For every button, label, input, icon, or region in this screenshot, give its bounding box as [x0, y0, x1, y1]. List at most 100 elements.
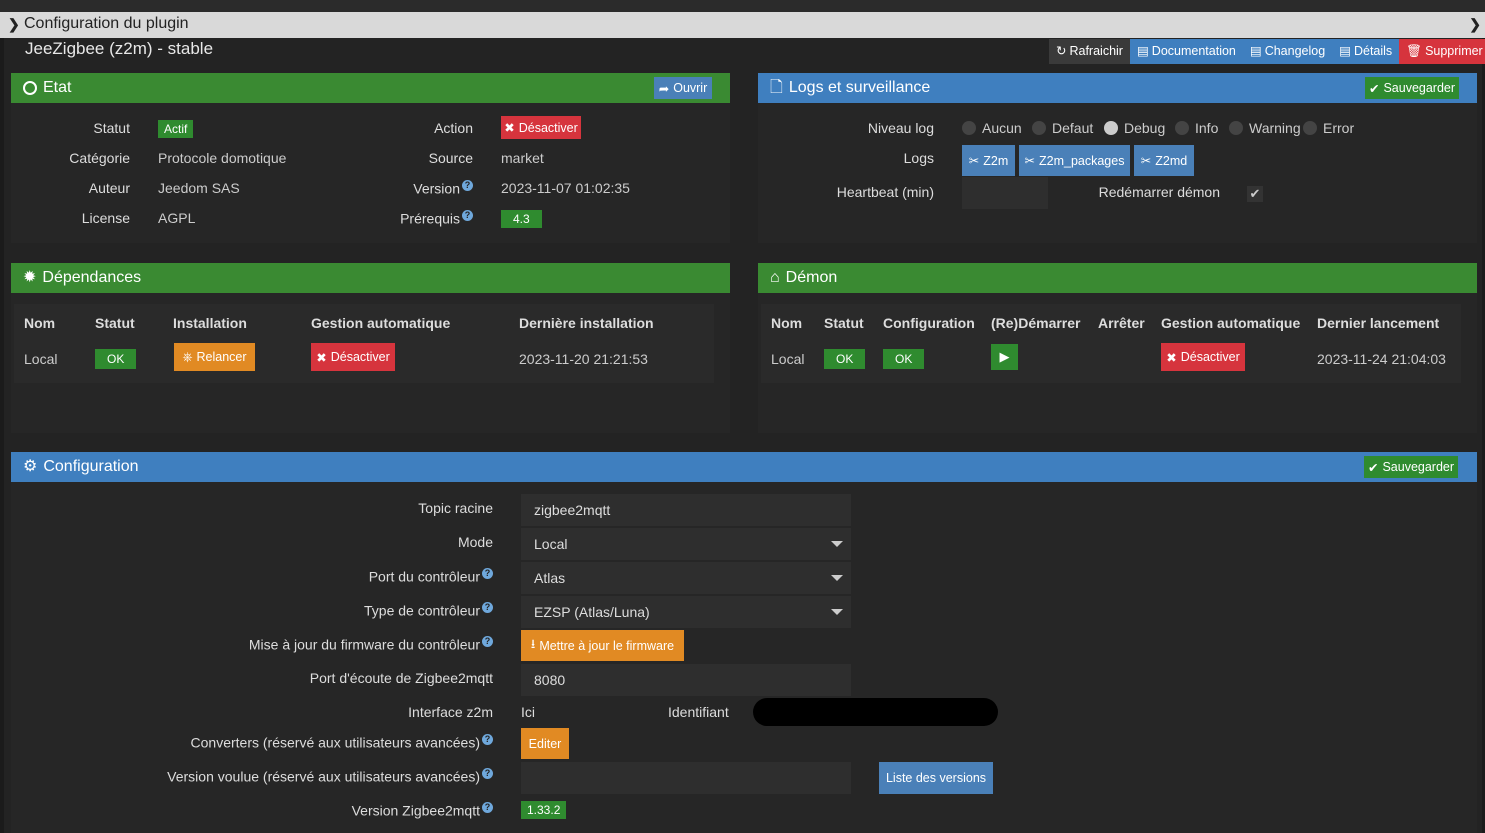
table-header: (Re)Démarrer — [991, 315, 1081, 331]
categorie-value: Protocole domotique — [158, 150, 287, 166]
radio-aucun[interactable] — [962, 121, 976, 135]
demon-title: Démon — [785, 269, 838, 286]
version-label: Version? — [341, 180, 473, 197]
restart-checkbox[interactable]: ✔ — [1247, 186, 1263, 202]
heartbeat-label: Heartbeat (min) — [836, 184, 934, 200]
auteur-label: Auteur — [88, 180, 130, 196]
close-icon: ✖ — [1166, 350, 1177, 365]
configuration-panel: ⚙ Configuration ✔ Sauvegarder Topic racin… — [11, 452, 1477, 833]
liste-versions-button[interactable]: Liste des versions — [879, 762, 993, 794]
dep-derniere: 2023-11-20 21:21:53 — [519, 351, 648, 367]
help-icon[interactable]: ? — [482, 802, 493, 813]
help-icon[interactable]: ? — [482, 602, 493, 613]
radio-error[interactable] — [1303, 121, 1317, 135]
port-select[interactable]: Atlas — [521, 562, 851, 594]
delete-button[interactable]: 🗑 Supprimer — [1399, 39, 1485, 64]
etat-title: Etat — [43, 79, 72, 96]
help-icon[interactable]: ? — [482, 734, 493, 745]
changelog-button[interactable]: ▤ Changelog — [1242, 39, 1333, 64]
refresh-icon: ↻ — [1056, 44, 1067, 58]
firmware-update-button[interactable]: ⭳ Mettre à jour le firmware — [521, 630, 684, 661]
log-z2m-button[interactable]: ✂ Z2m — [962, 145, 1015, 176]
logs-save-button[interactable]: ✔ Sauvegarder — [1365, 77, 1459, 99]
version-value: 2023-11-07 01:02:35 — [501, 180, 630, 196]
etat-panel-header: Etat — [11, 73, 730, 103]
demon-nom: Local — [771, 351, 805, 367]
dep-disable-button[interactable]: ✖ Désactiver — [311, 343, 395, 371]
demon-config-badge: OK — [883, 349, 925, 369]
version-voulue-label: Version voulue (réservé aux utilisateurs… — [11, 768, 493, 785]
table-header: Statut — [824, 315, 864, 331]
table-header: Configuration — [883, 315, 975, 331]
dependances-title: Dépendances — [42, 269, 142, 286]
firmware-label: Mise à jour du firmware du contrôleur? — [11, 636, 493, 653]
action-label: Action — [434, 120, 473, 136]
help-icon[interactable]: ? — [462, 210, 473, 221]
paperclip-icon: ✂ — [1024, 154, 1035, 168]
action-disable-button[interactable]: ✖ Désactiver — [501, 116, 581, 139]
refresh-button[interactable]: ↻ Rafraichir — [1049, 39, 1130, 64]
version-z2m-badge: 1.33.2 — [521, 801, 567, 819]
config-save-button[interactable]: ✔ Sauvegarder — [1364, 456, 1458, 478]
prerequis-label: Prérequis? — [341, 210, 473, 227]
editer-button[interactable]: Editer — [521, 728, 569, 759]
niveau-log-label: Niveau log — [867, 120, 934, 136]
radio-defaut[interactable] — [1032, 121, 1046, 135]
etat-panel: Etat ➦ Ouvrir Statut Actif Catégorie Prot… — [11, 73, 730, 243]
help-icon[interactable]: ? — [482, 568, 493, 579]
radio-debug[interactable] — [1104, 121, 1118, 135]
share-icon: ➦ — [658, 81, 670, 96]
download-icon: ⭳ — [530, 637, 536, 651]
documentation-button[interactable]: ▤ Documentation — [1129, 39, 1243, 64]
type-select[interactable]: EZSP (Atlas/Luna) — [521, 596, 851, 628]
auteur-value: Jeedom SAS — [158, 180, 240, 196]
check-circle-icon: ✔ — [1368, 81, 1380, 96]
dependances-panel: ✹ Dépendances Nom Statut Installation Ge… — [11, 263, 730, 433]
book-icon: ▤ — [1136, 44, 1149, 58]
demon-statut-badge: OK — [824, 349, 866, 369]
paperclip-icon: ✂ — [1140, 154, 1152, 168]
heartbeat-input[interactable] — [962, 177, 1048, 209]
log-z2m-packages-button[interactable]: ✂ Z2m_packages — [1019, 145, 1130, 176]
plugin-config-header[interactable]: ❯ Configuration du plugin ❯ — [0, 12, 1485, 38]
port-label: Port du contrôleur? — [11, 568, 493, 585]
help-icon[interactable]: ? — [482, 768, 493, 779]
demon-disable-button[interactable]: ✖ Désactiver — [1161, 343, 1245, 371]
trash-icon: 🗑 — [1406, 44, 1423, 58]
table-header: Nom — [771, 315, 803, 331]
configuration-title: Configuration — [43, 458, 139, 475]
version-z2m-label: Version Zigbee2mqtt? — [11, 802, 493, 819]
table-header: Dernière installation — [519, 315, 654, 331]
help-icon[interactable]: ? — [462, 180, 473, 191]
chevron-down-icon — [831, 575, 843, 581]
interface-value: Ici — [521, 704, 535, 720]
dep-statut-badge: OK — [95, 349, 137, 369]
table-header: Installation — [173, 315, 247, 331]
mode-select[interactable]: Local — [521, 528, 851, 560]
radio-warning[interactable] — [1229, 121, 1243, 135]
logs-label: Logs — [903, 150, 934, 166]
circle-icon — [23, 81, 37, 95]
relancer-button[interactable]: ⎈ Relancer — [174, 343, 255, 371]
header-title: Configuration du plugin — [24, 15, 189, 32]
chevron-right-icon: ❯ — [8, 16, 20, 32]
table-header: Gestion automatique — [1161, 315, 1301, 331]
version-voulue-input[interactable] — [521, 762, 851, 794]
book-icon: ▤ — [1339, 44, 1351, 58]
chevron-down-icon — [831, 541, 843, 547]
open-button[interactable]: ➦ Ouvrir — [654, 77, 712, 99]
play-icon: ▶ — [999, 349, 1010, 364]
source-label: Source — [428, 150, 473, 166]
radio-label: Aucun — [982, 120, 1022, 136]
converters-label: Converters (réservé aux utilisateurs ava… — [11, 734, 493, 751]
details-button[interactable]: ▤ Détails — [1332, 39, 1400, 64]
demon-start-button[interactable]: ▶ — [991, 344, 1018, 370]
radio-info[interactable] — [1175, 121, 1189, 135]
log-z2md-button[interactable]: ✂ Z2md — [1134, 145, 1194, 176]
topic-input[interactable]: zigbee2mqtt — [521, 494, 851, 526]
help-icon[interactable]: ? — [482, 636, 493, 647]
ecoute-input[interactable]: 8080 — [521, 664, 851, 696]
chevron-down-icon — [831, 609, 843, 615]
dependances-panel-header: ✹ Dépendances — [11, 263, 730, 293]
categorie-label: Catégorie — [69, 150, 130, 166]
